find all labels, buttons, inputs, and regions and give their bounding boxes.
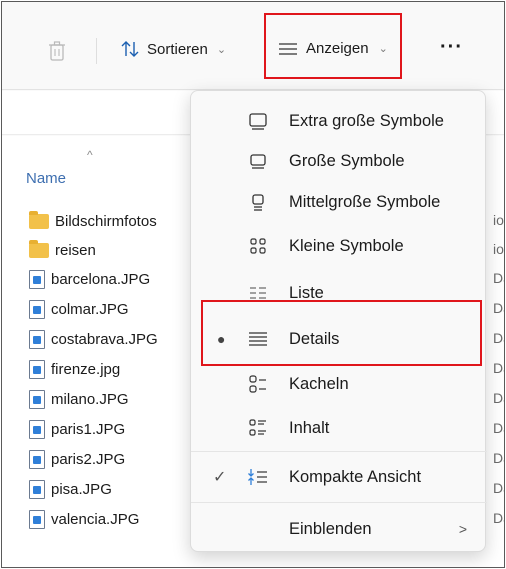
more-icon: ···: [440, 36, 463, 58]
file-type-cell: Da: [493, 360, 504, 376]
menu-item-large-icons[interactable]: Große Symbole: [191, 141, 487, 181]
list-item[interactable]: Bildschirmfotos: [29, 210, 157, 232]
image-file-icon: [29, 479, 45, 499]
column-header-name[interactable]: Name: [26, 170, 66, 187]
extra-large-icons-icon: [245, 108, 271, 134]
file-type-cell: Da: [493, 390, 504, 406]
image-file-icon: [29, 509, 45, 529]
menu-item-show[interactable]: Einblenden >: [191, 509, 487, 549]
highlight-box-details: [201, 300, 482, 366]
file-explorer-window: Sortieren ⌄ Anzeigen ⌄ ··· ^ Name Bildsc…: [1, 1, 505, 568]
list-item[interactable]: milano.JPG: [29, 388, 129, 410]
file-name: firenze.jpg: [51, 360, 121, 378]
file-name: valencia.JPG: [51, 510, 140, 528]
file-type-cell: Da: [493, 330, 504, 346]
small-icons-icon: [245, 233, 271, 259]
image-file-icon: [29, 329, 45, 349]
file-name: paris2.JPG: [51, 450, 126, 468]
menu-item-small-icons[interactable]: Kleine Symbole: [191, 226, 487, 266]
file-name: pisa.JPG: [51, 480, 112, 498]
file-type-cell: Da: [493, 420, 504, 436]
content-icon: [245, 415, 271, 441]
file-name: costabrava.JPG: [51, 330, 158, 348]
delete-button[interactable]: [44, 38, 70, 64]
file-type-cell: io: [493, 212, 504, 228]
list-item[interactable]: reisen: [29, 239, 96, 261]
image-file-icon: [29, 419, 45, 439]
file-type-cell: Da: [493, 450, 504, 466]
menu-divider: [191, 451, 487, 452]
menu-item-medium-icons[interactable]: Mittelgroße Symbole: [191, 182, 487, 222]
toolbar-divider: [96, 38, 97, 64]
file-name: milano.JPG: [51, 390, 129, 408]
image-file-icon: [29, 389, 45, 409]
list-item[interactable]: pisa.JPG: [29, 478, 112, 500]
more-options-button[interactable]: ···: [440, 36, 463, 59]
file-name: paris1.JPG: [51, 420, 126, 438]
list-item[interactable]: paris1.JPG: [29, 418, 125, 440]
trash-icon: [49, 41, 65, 61]
list-item[interactable]: firenze.jpg: [29, 358, 120, 380]
menu-item-extra-large-icons[interactable]: Extra große Symbole: [191, 101, 487, 141]
chevron-right-icon: >: [458, 521, 467, 537]
folder-icon: [29, 239, 49, 258]
sort-arrows-icon: [121, 41, 139, 57]
image-file-icon: [29, 359, 45, 379]
list-item[interactable]: paris2.JPG: [29, 448, 125, 470]
sort-label: Sortieren: [147, 40, 208, 58]
folder-icon: [29, 210, 49, 229]
menu-divider: [191, 502, 487, 503]
file-type-cell: io: [493, 241, 504, 257]
sort-ascending-icon: ^: [87, 148, 93, 162]
list-item[interactable]: colmar.JPG: [29, 298, 129, 320]
large-icons-icon: [245, 148, 271, 174]
image-file-icon: [29, 449, 45, 469]
tiles-icon: [245, 371, 271, 397]
image-file-icon: [29, 269, 45, 289]
file-type-cell: Da: [493, 270, 504, 286]
command-bar: Sortieren ⌄ Anzeigen ⌄ ···: [2, 2, 504, 90]
list-item[interactable]: barcelona.JPG: [29, 268, 150, 290]
list-item[interactable]: valencia.JPG: [29, 508, 139, 530]
file-type-cell: Da: [493, 510, 504, 526]
file-type-cell: Da: [493, 300, 504, 316]
file-name: colmar.JPG: [51, 300, 129, 318]
list-item[interactable]: costabrava.JPG: [29, 328, 158, 350]
highlight-box-view: [264, 13, 402, 79]
compact-view-icon: [245, 464, 271, 490]
chevron-down-icon: ⌄: [216, 43, 227, 56]
menu-item-tiles[interactable]: Kacheln: [191, 364, 487, 404]
medium-icons-icon: [245, 189, 271, 215]
file-type-cell: Da: [493, 480, 504, 496]
file-name: barcelona.JPG: [51, 270, 151, 288]
menu-item-content[interactable]: Inhalt: [191, 408, 487, 448]
checkmark-icon: ✓: [213, 469, 227, 486]
file-name: reisen: [55, 241, 96, 259]
sort-button[interactable]: Sortieren ⌄: [120, 40, 226, 58]
menu-item-compact-view[interactable]: ✓ Kompakte Ansicht: [191, 457, 487, 497]
file-name: Bildschirmfotos: [55, 212, 157, 230]
image-file-icon: [29, 299, 45, 319]
